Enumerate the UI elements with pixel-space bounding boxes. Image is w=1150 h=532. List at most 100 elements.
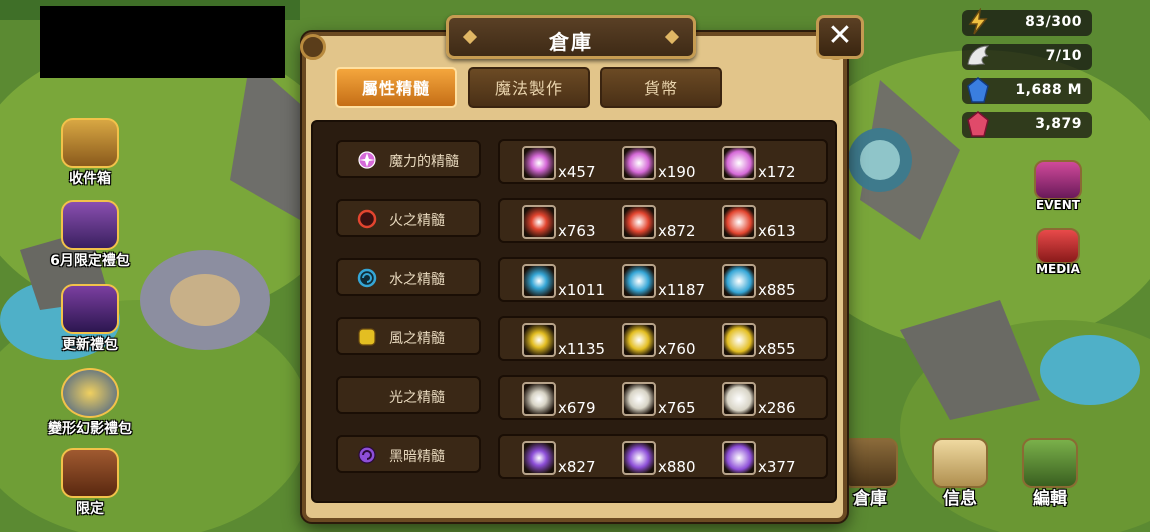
tab-attribute-essence[interactable]: 屬性精髓 <box>335 67 457 108</box>
essence-quantity: x679 <box>558 399 596 417</box>
gift-pack-icon <box>61 200 119 250</box>
essence-type-name: 水之精髓 <box>389 272 445 288</box>
resource-energy[interactable]: 83/300 <box>962 8 1092 36</box>
essence-quantity: x1011 <box>558 281 606 299</box>
essence-type-label-box: 黑暗精髓 <box>336 435 481 473</box>
essence-quantity: x457 <box>558 163 596 181</box>
essence-quantity: x286 <box>758 399 796 417</box>
essence-high-icon[interactable] <box>722 441 756 475</box>
essence-quantity: x613 <box>758 222 796 240</box>
magic-essence-icon <box>358 151 376 169</box>
left-menu-transmog-pack[interactable]: 變形幻影禮包 <box>40 368 140 438</box>
media-icon <box>1036 228 1080 264</box>
left-menu-label: 6月限定禮包 <box>50 253 130 269</box>
essence-quantity: x1187 <box>658 281 706 299</box>
essence-quantity: x1135 <box>558 340 606 358</box>
left-menu-label: 變形幻影禮包 <box>48 421 132 437</box>
resource-value: 83/300 <box>1025 14 1082 30</box>
essence-mid-icon[interactable] <box>622 382 656 416</box>
resource-value: 1,688 M <box>1015 82 1082 98</box>
window-title-bar: 倉庫 <box>446 15 696 59</box>
essence-items-row: x679 x765 x286 <box>498 375 828 420</box>
essence-mid-icon[interactable] <box>622 264 656 298</box>
info-label: 信息 <box>943 489 977 509</box>
essence-type-label-box: 火之精髓 <box>336 199 481 237</box>
event-button[interactable]: EVENT <box>1026 160 1090 214</box>
essence-low-icon[interactable] <box>522 441 556 475</box>
essence-low-icon[interactable] <box>522 323 556 357</box>
essence-type-name: 風之精髓 <box>389 331 445 347</box>
essence-mid-icon[interactable] <box>622 441 656 475</box>
essence-low-icon[interactable] <box>522 264 556 298</box>
water-essence-icon <box>357 268 377 288</box>
wing-icon <box>967 45 990 66</box>
essence-high-icon[interactable] <box>722 146 756 180</box>
resource-mana[interactable]: 1,688 M <box>962 77 1092 104</box>
left-menu-label: 收件箱 <box>69 171 111 187</box>
essence-type-name: 火之精髓 <box>389 213 445 229</box>
essence-items-row: x457 x190 x172 <box>498 139 828 184</box>
light-essence-icon <box>356 385 378 407</box>
gem-icon <box>967 111 989 137</box>
essence-items-row: x827 x880 x377 <box>498 434 828 479</box>
essence-high-icon[interactable] <box>722 264 756 298</box>
essence-quantity: x872 <box>658 222 696 240</box>
left-menu-inbox[interactable]: 收件箱 <box>40 118 140 188</box>
resource-value: 3,879 <box>1035 116 1082 132</box>
limited-pack-icon <box>61 448 119 498</box>
resource-arena-wings[interactable]: 7/10 <box>962 44 1092 70</box>
essence-type-label-box: 水之精髓 <box>336 258 481 296</box>
edit-label: 編輯 <box>1033 489 1067 509</box>
essence-type-name: 魔力的精髓 <box>389 154 459 170</box>
storage-button[interactable]: 倉庫 <box>838 438 902 510</box>
left-menu-update-pack[interactable]: 更新禮包 <box>40 284 140 354</box>
media-button[interactable]: MEDIA <box>1026 228 1090 282</box>
essence-quantity: x760 <box>658 340 696 358</box>
essence-low-icon[interactable] <box>522 146 556 180</box>
close-button[interactable]: ✕ <box>816 15 864 59</box>
essence-type-name: 黑暗精髓 <box>389 449 445 465</box>
essence-low-icon[interactable] <box>522 205 556 239</box>
event-icon <box>1034 160 1082 200</box>
fire-essence-icon <box>357 209 377 229</box>
essence-mid-icon[interactable] <box>622 146 656 180</box>
left-menu-label: 更新禮包 <box>62 337 118 353</box>
info-button[interactable]: 信息 <box>928 438 992 510</box>
essence-type-label-box: 風之精髓 <box>336 317 481 355</box>
essence-high-icon[interactable] <box>722 205 756 239</box>
essence-quantity: x827 <box>558 458 596 476</box>
mana-crystal-icon <box>967 77 989 103</box>
event-label: EVENT <box>1036 198 1080 212</box>
essence-high-icon[interactable] <box>722 382 756 416</box>
frame-ornament <box>300 34 326 60</box>
close-icon: ✕ <box>827 18 853 53</box>
essence-quantity: x765 <box>658 399 696 417</box>
window-title: 倉庫 <box>549 30 593 54</box>
essence-items-row: x1011 x1187 x885 <box>498 257 828 302</box>
resource-crystals[interactable]: 3,879 <box>962 111 1092 138</box>
essence-high-icon[interactable] <box>722 323 756 357</box>
essence-type-label-box: 光之精髓 <box>336 376 481 414</box>
left-menu-june-pack[interactable]: 6月限定禮包 <box>40 200 140 270</box>
edit-island-icon <box>1022 438 1078 488</box>
storage-icon <box>842 438 898 488</box>
edit-button[interactable]: 編輯 <box>1018 438 1082 510</box>
resource-value: 7/10 <box>1045 48 1082 64</box>
wind-essence-icon <box>358 328 376 346</box>
essence-items-row: x763 x872 x613 <box>498 198 828 243</box>
essence-low-icon[interactable] <box>522 382 556 416</box>
tab-magic-crafting[interactable]: 魔法製作 <box>468 67 590 108</box>
tab-currency[interactable]: 貨幣 <box>600 67 722 108</box>
essence-items-row: x1135 x760 x855 <box>498 316 828 361</box>
essence-quantity: x190 <box>658 163 696 181</box>
media-label: MEDIA <box>1036 262 1080 276</box>
essence-quantity: x763 <box>558 222 596 240</box>
left-menu-limited[interactable]: 限定 <box>40 448 140 518</box>
essence-mid-icon[interactable] <box>622 323 656 357</box>
inbox-chest-icon <box>61 118 119 168</box>
essence-quantity: x885 <box>758 281 796 299</box>
storage-label: 倉庫 <box>853 489 887 509</box>
essence-mid-icon[interactable] <box>622 205 656 239</box>
update-pack-icon <box>61 284 119 334</box>
info-scroll-icon <box>932 438 988 488</box>
